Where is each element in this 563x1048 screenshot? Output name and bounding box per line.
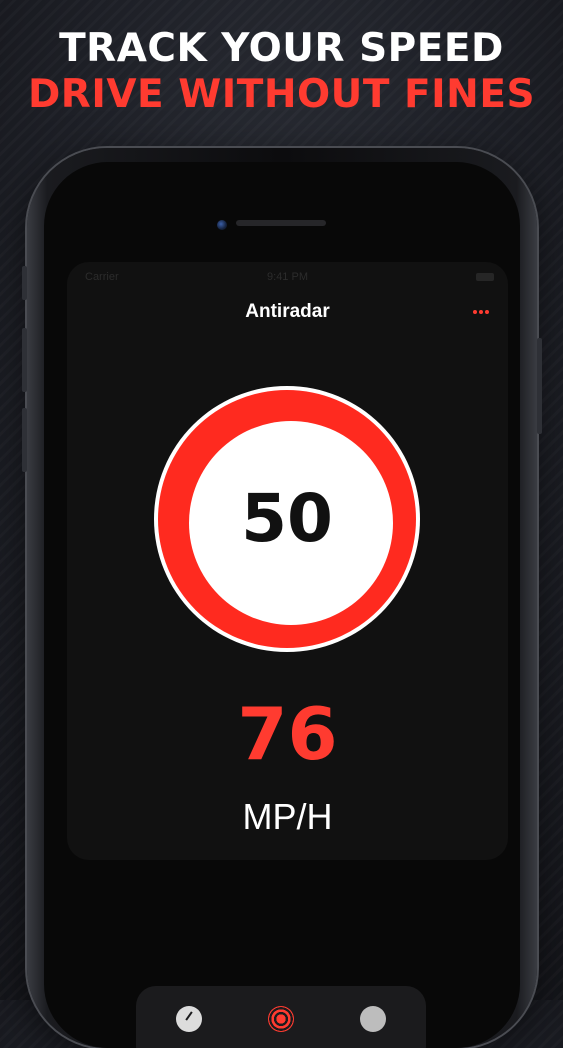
status-time: 9:41 PM <box>267 271 308 283</box>
phone-mockup: Carrier 9:41 PM Antiradar 50 76 MP/H <box>22 148 542 1048</box>
volume-up-button <box>22 328 27 392</box>
more-options-button[interactable] <box>466 300 496 324</box>
earpiece-speaker <box>236 220 326 226</box>
status-bar: Carrier 9:41 PM <box>67 268 508 286</box>
speed-limit-sign: 50 <box>154 386 420 652</box>
speedometer-icon[interactable] <box>176 1006 202 1032</box>
silent-switch <box>22 266 27 300</box>
headline-drive-without-fines: DRIVE WITHOUT FINES <box>27 72 536 117</box>
power-button <box>537 338 542 434</box>
page-title: Antiradar <box>245 301 330 322</box>
more-dots-icon <box>473 310 477 314</box>
tab-bar <box>136 986 426 1048</box>
phone-screen: Carrier 9:41 PM Antiradar 50 76 MP/H <box>44 162 520 1048</box>
front-camera-icon <box>217 220 227 230</box>
more-icon[interactable] <box>360 1006 386 1032</box>
promo-headline: TRACK YOUR SPEED DRIVE WITHOUT FINES <box>0 26 563 118</box>
volume-down-button <box>22 408 27 472</box>
radar-icon[interactable] <box>268 1006 294 1032</box>
battery-icon <box>476 271 494 283</box>
current-speed-value: 76 <box>237 692 338 776</box>
speed-unit-label: MP/H <box>242 796 333 837</box>
headline-track-speed: TRACK YOUR SPEED <box>59 26 504 71</box>
app-screen: Carrier 9:41 PM Antiradar 50 76 MP/H <box>67 262 508 860</box>
speed-limit-value: 50 <box>241 480 333 557</box>
